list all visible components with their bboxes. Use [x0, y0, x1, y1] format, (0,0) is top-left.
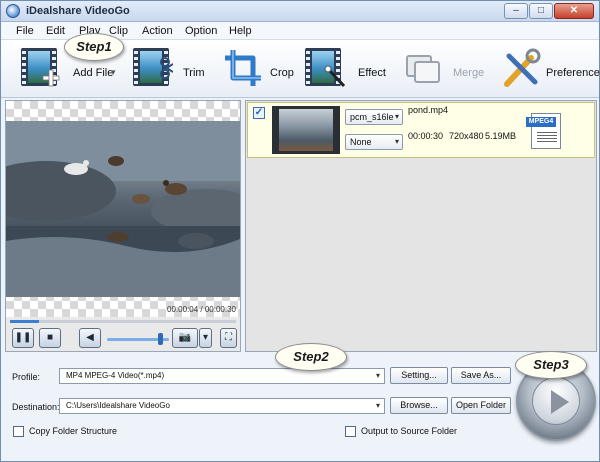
format-badge: MPEG4	[526, 117, 556, 127]
menu-file[interactable]: File	[16, 25, 34, 37]
crop-button[interactable]: Crop	[223, 46, 295, 92]
crop-icon	[225, 50, 261, 86]
subtitle-select[interactable]: None ▾	[345, 134, 403, 150]
destination-label: Destination:	[12, 402, 60, 412]
merge-icon	[406, 55, 440, 83]
chevron-down-icon: ▾	[375, 401, 380, 410]
trim-label: Trim	[183, 67, 205, 79]
profile-value: MP4 MPEG-4 Video(*.mp4)	[66, 371, 165, 380]
subtitle-value: None	[350, 137, 372, 147]
file-duration: 00:00:30	[408, 131, 444, 141]
preference-label: Preference	[546, 67, 600, 79]
video-scene-image	[6, 121, 240, 297]
destination-field[interactable]: C:\Users\Idealshare VideoGo ▾	[59, 398, 385, 414]
chevron-down-icon: ▾	[375, 371, 380, 380]
seek-bar-fill	[10, 320, 40, 323]
step2-callout: Step2	[275, 343, 347, 371]
add-file-label: Add File	[73, 67, 114, 79]
seek-bar[interactable]	[10, 320, 236, 323]
file-thumbnail	[272, 106, 340, 154]
app-window: iDealshare VideoGo ‒ □ ✕ File Edit Play …	[0, 0, 600, 462]
browse-button[interactable]: Browse...	[390, 397, 448, 414]
timecode: 00:00:04 / 00:00:30	[167, 305, 236, 314]
effect-button[interactable]: Effect	[305, 46, 389, 92]
preview-pane: 00:00:04 / 00:00:30 ❚❚ ■ ◀ 📷 ▾ ⛶	[5, 100, 241, 352]
volume-icon[interactable]: ◀	[79, 328, 101, 348]
effect-label: Effect	[358, 67, 386, 79]
preference-button[interactable]: Preference	[501, 46, 600, 92]
merge-button[interactable]: Merge	[403, 46, 485, 92]
volume-slider-handle[interactable]	[157, 333, 163, 345]
minimize-button[interactable]: ‒	[504, 3, 528, 19]
pause-button[interactable]: ❚❚	[12, 328, 34, 348]
output-to-source-label: Output to Source Folder	[361, 426, 458, 436]
video-frame[interactable]	[6, 121, 240, 297]
window-controls: ‒ □ ✕	[504, 3, 594, 19]
audio-track-select[interactable]: pcm_s16le ▾	[345, 109, 403, 125]
audio-track-value: pcm_s16le	[350, 112, 394, 122]
convert-icon	[532, 377, 580, 425]
crop-label: Crop	[270, 67, 294, 79]
snapshot-button[interactable]: 📷	[172, 328, 198, 348]
mpeg4-file-icon: MPEG4	[526, 113, 561, 149]
chevron-down-icon: ▾	[394, 112, 399, 121]
file-row[interactable]: ✓ pcm_s16le ▾ None ▾ pond.mp4 00:00:30 7…	[247, 102, 595, 158]
setting-button[interactable]: Setting...	[390, 367, 448, 384]
file-checkbox[interactable]: ✓	[253, 107, 265, 119]
chevron-down-icon: ▾	[394, 137, 399, 146]
step1-callout: Step1	[64, 33, 124, 61]
profile-label: Profile:	[12, 372, 41, 382]
trim-button[interactable]: Trim	[131, 46, 211, 92]
trim-icon	[133, 48, 173, 88]
step3-callout: Step3	[515, 351, 587, 379]
file-size: 5.19MB	[485, 131, 517, 141]
menu-action[interactable]: Action	[142, 25, 173, 37]
profile-select[interactable]: MP4 MPEG-4 Video(*.mp4) ▾	[59, 368, 385, 384]
destination-value: C:\Users\Idealshare VideoGo	[66, 401, 170, 410]
maximize-button[interactable]: □	[529, 3, 553, 19]
menu-option[interactable]: Option	[185, 25, 217, 37]
copy-folder-structure-checkbox[interactable]	[13, 426, 24, 437]
file-resolution: 720x480	[449, 131, 484, 141]
effect-icon	[305, 48, 345, 88]
menu-edit[interactable]: Edit	[46, 25, 65, 37]
app-icon	[6, 4, 20, 18]
menu-help[interactable]: Help	[229, 25, 252, 37]
stop-button[interactable]: ■	[39, 328, 61, 348]
output-to-source-checkbox[interactable]	[345, 426, 356, 437]
fullscreen-button[interactable]: ⛶	[220, 328, 237, 348]
open-folder-button[interactable]: Open Folder	[451, 397, 511, 414]
add-file-dropdown-icon[interactable]: ▾	[111, 67, 116, 78]
close-button[interactable]: ✕	[554, 3, 594, 19]
title-bar[interactable]: iDealshare VideoGo ‒ □ ✕	[1, 1, 599, 22]
merge-label: Merge	[453, 67, 485, 79]
copy-folder-structure-label: Copy Folder Structure	[29, 426, 118, 436]
add-file-icon	[21, 48, 61, 88]
save-as-button[interactable]: Save As...	[451, 367, 511, 384]
preference-icon	[504, 48, 541, 87]
file-name: pond.mp4	[408, 105, 449, 115]
snapshot-dropdown[interactable]: ▾	[199, 328, 212, 348]
file-list: ✓ pcm_s16le ▾ None ▾ pond.mp4 00:00:30 7…	[245, 100, 597, 352]
window-title: iDealshare VideoGo	[26, 5, 130, 17]
